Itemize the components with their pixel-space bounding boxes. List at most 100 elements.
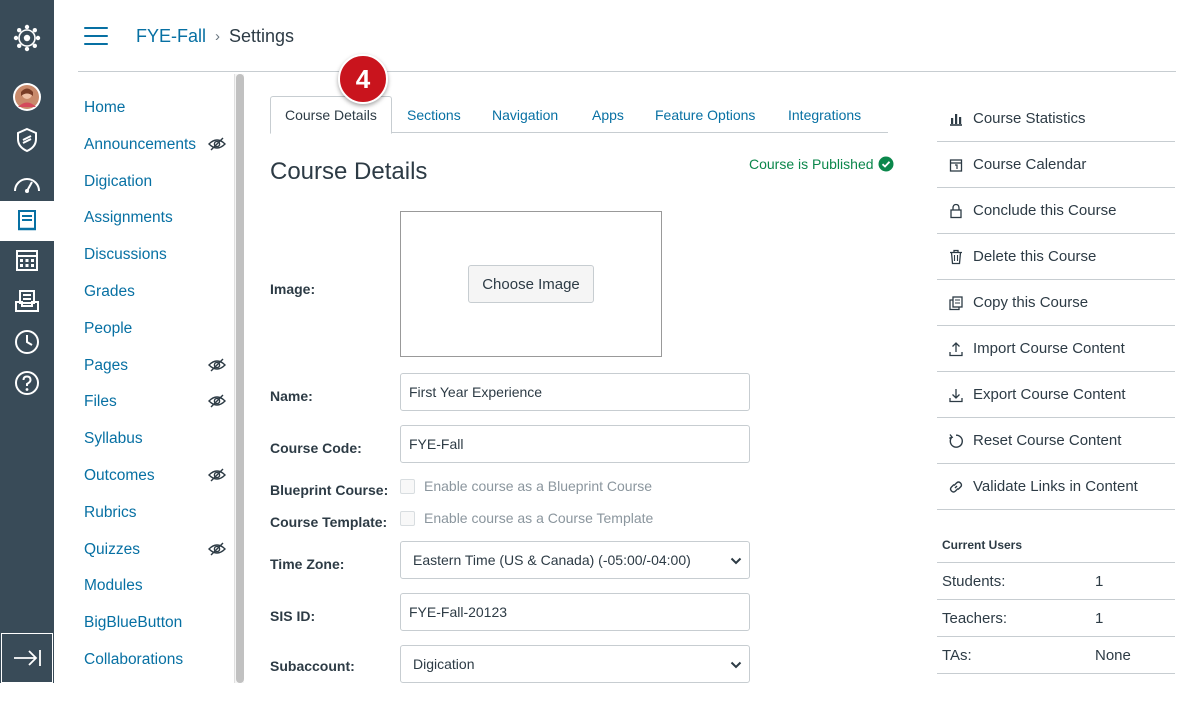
course-nav-item-label: Rubrics <box>84 503 137 521</box>
course-nav-item-pages[interactable]: Pages <box>84 354 234 378</box>
subaccount-select[interactable]: Digication <box>400 645 750 683</box>
breadcrumb: FYE-Fall › Settings <box>136 24 294 48</box>
course-name-input[interactable]: First Year Experience <box>400 373 750 411</box>
courses-icon[interactable] <box>0 201 54 241</box>
eye-hidden-icon <box>208 358 226 372</box>
blueprint-label: Blueprint Course: <box>270 482 389 498</box>
history-icon[interactable] <box>0 322 54 362</box>
course-nav-item-grades[interactable]: Grades <box>84 280 234 304</box>
course-nav-item-label: People <box>84 319 133 337</box>
course-nav-item-syllabus[interactable]: Syllabus <box>84 427 234 451</box>
course-nav-item-digication[interactable]: Digication <box>84 170 234 194</box>
reset-icon <box>948 433 964 449</box>
sidebar-action-validate-links-in-content[interactable]: Validate Links in Content <box>937 464 1175 510</box>
course-nav-item-label: Quizzes <box>84 540 140 558</box>
course-nav-item-label: Collaborations <box>84 651 184 668</box>
course-code-input[interactable]: FYE-Fall <box>400 425 750 463</box>
tab-apps[interactable]: Apps <box>592 96 624 133</box>
breadcrumb-current-page: Settings <box>229 25 295 46</box>
course-nav-item-assignments[interactable]: Assignments <box>84 206 234 230</box>
breadcrumb-separator-icon: › <box>215 27 221 45</box>
copy-icon <box>948 295 964 311</box>
current-users-divider <box>937 636 1175 637</box>
sidebar-action-reset-course-content[interactable]: Reset Course Content <box>937 418 1175 464</box>
blueprint-checkbox-row: Enable course as a Blueprint Course <box>400 478 652 494</box>
choose-image-button[interactable]: Choose Image <box>468 265 594 303</box>
breadcrumb-course-link[interactable]: FYE-Fall <box>136 26 206 47</box>
inbox-icon[interactable] <box>0 281 54 321</box>
sidebar-action-course-calendar[interactable]: Course Calendar <box>937 142 1175 188</box>
course-nav-item-label: Assignments <box>84 209 173 227</box>
calendar-nav-icon[interactable] <box>0 240 54 280</box>
sidebar-action-delete-this-course[interactable]: Delete this Course <box>937 234 1175 280</box>
tab-navigation[interactable]: Navigation <box>492 96 558 133</box>
blueprint-checkbox-text: Enable course as a Blueprint Course <box>424 478 653 494</box>
sidebar-action-label: Reset Course Content <box>973 432 1122 449</box>
eye-hidden-icon <box>208 394 226 408</box>
course-nav-item-collaborations[interactable]: Collaborations <box>84 648 234 672</box>
tab-integrations[interactable]: Integrations <box>788 96 861 133</box>
teachers-count: 1 <box>1095 610 1104 627</box>
tab-course-details[interactable]: Course Details <box>270 96 392 134</box>
sidebar-action-copy-this-course[interactable]: Copy this Course <box>937 280 1175 326</box>
course-nav-item-outcomes[interactable]: Outcomes <box>84 464 234 488</box>
course-nav-item-people[interactable]: People <box>84 317 234 341</box>
course-image-box: Choose Image <box>400 211 662 357</box>
current-users-title: Current Users <box>942 538 1023 552</box>
course-nav-item-label: Outcomes <box>84 467 155 484</box>
course-nav-item-label: Pages <box>84 356 128 374</box>
template-checkbox[interactable] <box>400 510 415 526</box>
tab-feature-options[interactable]: Feature Options <box>655 96 755 133</box>
sidebar-action-conclude-this-course[interactable]: Conclude this Course <box>937 188 1175 234</box>
course-nav-item-quizzes[interactable]: Quizzes <box>84 538 234 562</box>
canvas-logo-icon[interactable] <box>0 18 54 58</box>
help-icon[interactable] <box>0 363 54 403</box>
collapse-nav-icon[interactable] <box>1 633 53 683</box>
course-nav-item-label: Digication <box>84 172 153 190</box>
sidebar-action-label: Validate Links in Content <box>973 478 1138 495</box>
course-nav-item-bigbluebutton[interactable]: BigBlueButton <box>84 611 234 635</box>
sidebar-action-label: Course Calendar <box>973 156 1087 173</box>
calendar-icon <box>948 157 964 173</box>
time-zone-select[interactable]: Eastern Time (US & Canada) (-05:00/-04:0… <box>400 541 750 579</box>
course-nav-scrollbar[interactable] <box>234 74 244 683</box>
account-avatar-icon[interactable] <box>0 77 54 117</box>
sis-id-label: SIS ID: <box>270 608 316 624</box>
tas-count: None <box>1095 647 1131 664</box>
published-status: Course is Published <box>749 155 894 173</box>
sis-id-input[interactable]: FYE-Fall-20123 <box>400 593 750 631</box>
blueprint-checkbox[interactable] <box>400 478 415 494</box>
course-nav-item-label: Modules <box>84 577 143 595</box>
eye-hidden-icon <box>208 468 226 482</box>
lock-icon <box>948 203 964 219</box>
admin-shield-icon[interactable] <box>0 120 54 160</box>
link-icon <box>948 479 964 495</box>
sidebar-action-label: Delete this Course <box>973 248 1097 265</box>
course-template-label: Course Template: <box>270 514 388 530</box>
sidebar-action-course-statistics[interactable]: Course Statistics <box>937 96 1175 142</box>
students-label: Students: <box>942 573 1006 590</box>
students-count: 1 <box>1095 573 1104 590</box>
sidebar-action-label: Course Statistics <box>973 110 1086 127</box>
global-nav <box>0 0 54 683</box>
tab-sections[interactable]: Sections <box>407 96 461 133</box>
scrollbar-thumb[interactable] <box>236 74 244 683</box>
course-nav-item-label: BigBlueButton <box>84 614 183 632</box>
dashboard-icon[interactable] <box>0 163 54 203</box>
course-nav-item-discussions[interactable]: Discussions <box>84 243 234 267</box>
course-nav-item-label: Announcements <box>84 135 197 153</box>
sidebar-action-label: Copy this Course <box>973 294 1089 311</box>
sidebar-action-label: Conclude this Course <box>973 202 1117 219</box>
published-status-text: Course is Published <box>749 156 874 172</box>
course-nav-item-home[interactable]: Home <box>84 96 234 120</box>
sidebar-action-import-course-content[interactable]: Import Course Content <box>937 326 1175 372</box>
course-menu-toggle-icon[interactable] <box>84 27 108 47</box>
course-nav-item-announcements[interactable]: Announcements <box>84 133 234 157</box>
course-nav-item-label: Files <box>84 393 117 411</box>
course-nav-item-rubrics[interactable]: Rubrics <box>84 501 234 525</box>
course-nav-item-modules[interactable]: Modules <box>84 574 234 598</box>
bar-chart-icon <box>948 111 964 127</box>
current-users-divider <box>937 599 1175 600</box>
course-nav-item-files[interactable]: Files <box>84 390 234 414</box>
sidebar-action-export-course-content[interactable]: Export Course Content <box>937 372 1175 418</box>
